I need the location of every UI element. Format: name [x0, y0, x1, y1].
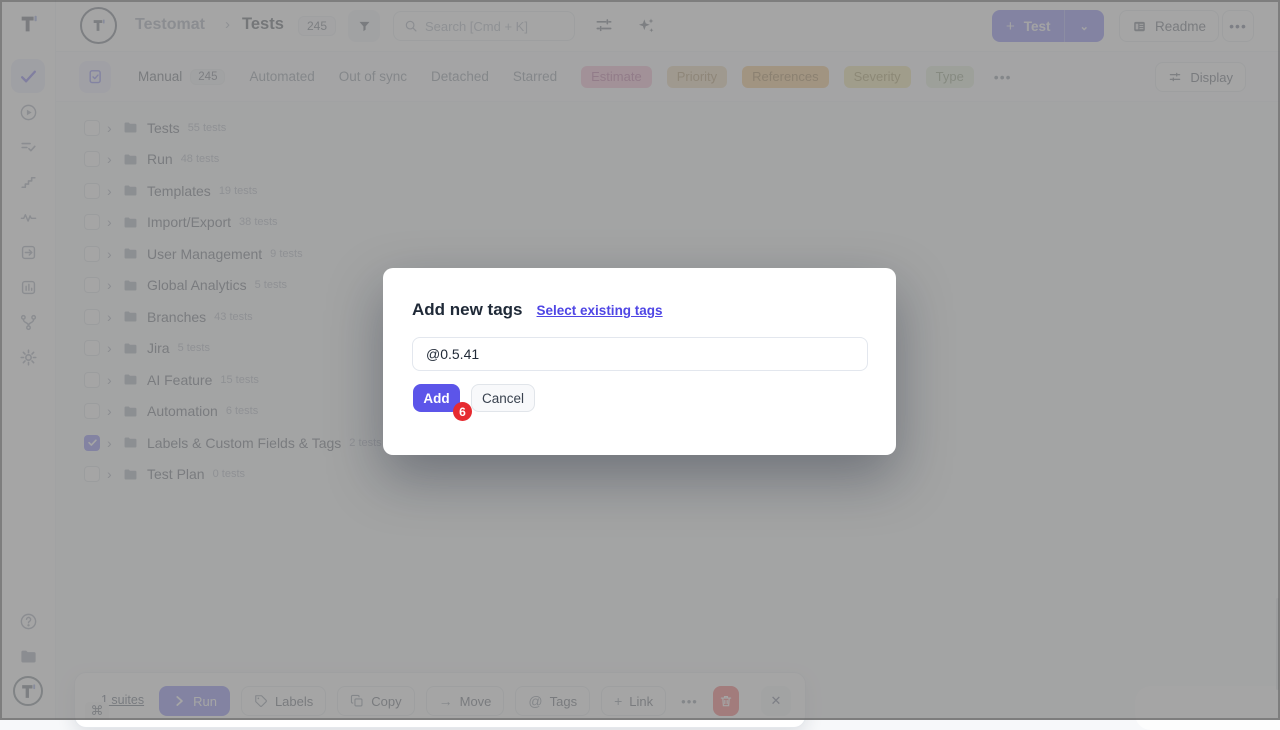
app-window: Testomat › Tests 245 + Test ⌄ Readme •••: [0, 0, 1280, 720]
select-existing-tags-link[interactable]: Select existing tags: [537, 303, 663, 318]
tutorial-step-badge: 6: [453, 402, 472, 421]
add-tags-modal: Add new tags Select existing tags Add Ca…: [383, 268, 896, 455]
tag-input[interactable]: [412, 337, 868, 371]
cancel-button[interactable]: Cancel: [471, 384, 535, 412]
modal-title: Add new tags: [412, 300, 523, 320]
